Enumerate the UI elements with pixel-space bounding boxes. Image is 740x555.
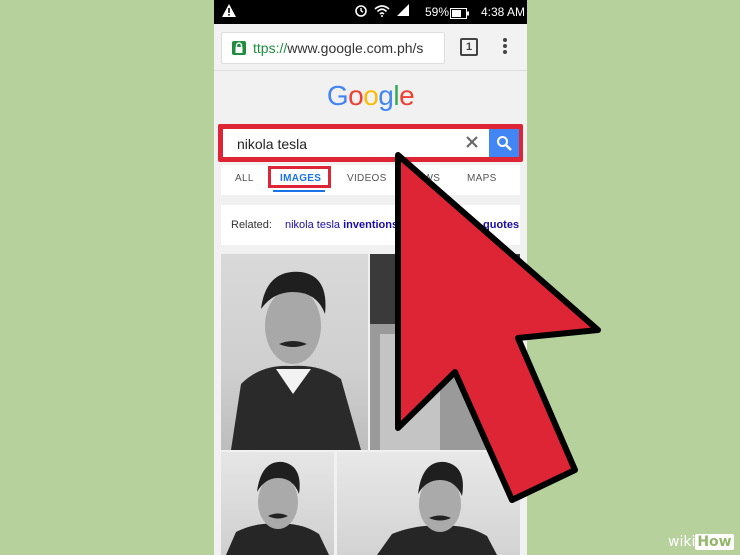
search-input[interactable]: nikola tesla <box>223 129 489 157</box>
wikihow-watermark: wiki How <box>668 534 734 550</box>
related-link-bold: inventions <box>343 219 399 231</box>
signal-icon <box>396 3 410 20</box>
tab-maps[interactable]: MAPS <box>467 173 497 184</box>
watermark-how: How <box>695 534 734 550</box>
tab-all[interactable]: ALL <box>235 173 254 184</box>
tab-images[interactable]: IMAGES <box>280 173 321 184</box>
related-link-quotes[interactable]: quotes <box>483 219 519 231</box>
google-logo: Google <box>214 80 527 112</box>
clock: 4:38 AM <box>481 5 526 19</box>
search-icon <box>497 136 512 151</box>
logo-letter: G <box>326 80 349 111</box>
url-scheme: ttps:// <box>253 40 288 56</box>
logo-letter: g <box>378 80 394 111</box>
address-bar[interactable]: ttps://www.google.com.ph/s <box>221 32 445 64</box>
image-result[interactable] <box>337 452 520 555</box>
image-result[interactable] <box>370 254 520 450</box>
image-result[interactable] <box>221 452 334 555</box>
phone-screen: 59% 4:38 AM ttps://www.google.com.ph/s 1… <box>214 0 527 555</box>
related-label: Related: <box>231 219 272 231</box>
overflow-menu-icon[interactable] <box>502 37 508 60</box>
related-link-prefix: nikola tesla <box>285 219 344 231</box>
active-tab-indicator <box>273 190 325 192</box>
url-host: www.google.com.ph/s <box>287 40 424 56</box>
logo-letter: e <box>399 80 415 111</box>
tab-news[interactable]: NEWS <box>409 173 440 184</box>
search-tabs: ALL IMAGES VIDEOS NEWS MAPS <box>221 165 520 195</box>
watermark-wiki: wiki <box>668 534 696 550</box>
image-result[interactable] <box>221 254 368 450</box>
search-button[interactable] <box>489 129 519 157</box>
related-link-inventions[interactable]: nikola tesla inventions <box>285 219 398 231</box>
alarm-icon <box>354 3 368 20</box>
status-bar: 59% 4:38 AM <box>214 0 527 24</box>
browser-toolbar: ttps://www.google.com.ph/s 1 <box>214 24 527 71</box>
clear-icon[interactable] <box>464 134 480 155</box>
warning-icon <box>222 4 236 20</box>
tab-switcher-button[interactable]: 1 <box>460 38 478 56</box>
related-searches: Related: nikola tesla inventions quotes <box>221 205 520 245</box>
search-highlight: nikola tesla <box>218 124 523 162</box>
battery-icon <box>450 7 470 22</box>
lock-icon <box>231 40 247 61</box>
url-text: ttps://www.google.com.ph/s <box>253 40 423 56</box>
battery-percent: 59% <box>425 5 450 19</box>
logo-letter: o <box>348 80 364 111</box>
tab-videos[interactable]: VIDEOS <box>347 173 387 184</box>
wifi-icon <box>374 4 390 20</box>
logo-letter: o <box>363 80 379 111</box>
search-query: nikola tesla <box>237 136 308 152</box>
